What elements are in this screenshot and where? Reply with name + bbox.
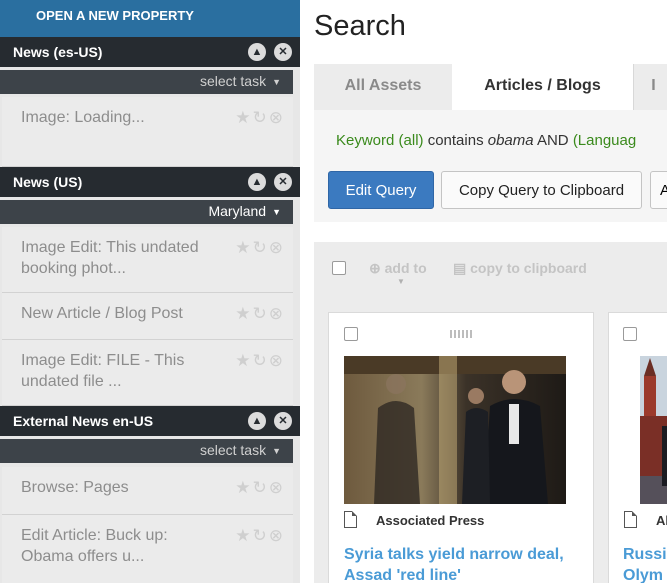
edit-query-button[interactable]: Edit Query bbox=[328, 171, 434, 209]
task-select-dropdown[interactable]: select task ▼ bbox=[0, 439, 293, 463]
query-and: AND bbox=[536, 132, 569, 149]
task-actions: ★↻⊗ bbox=[235, 237, 285, 258]
star-icon[interactable]: ★ bbox=[235, 526, 252, 545]
card-headline-line1: Syria talks yield narrow deal, bbox=[344, 546, 564, 563]
card-thumbnail[interactable] bbox=[344, 356, 566, 504]
add-to-button[interactable]: ⊕ add to bbox=[369, 260, 427, 277]
plus-circle-icon: ⊕ bbox=[369, 260, 381, 276]
refresh-icon[interactable]: ↻ bbox=[253, 351, 269, 370]
more-button[interactable]: A bbox=[650, 171, 667, 209]
tab-articles-blogs[interactable]: Articles / Blogs bbox=[452, 64, 633, 110]
remove-icon[interactable]: ⊗ bbox=[269, 351, 285, 370]
task-select-dropdown[interactable]: select task ▼ bbox=[0, 70, 293, 94]
refresh-icon[interactable]: ↻ bbox=[253, 526, 269, 545]
caret-down-icon: ▼ bbox=[397, 277, 405, 286]
remove-icon[interactable]: ⊗ bbox=[269, 478, 285, 497]
query-language: (Languag bbox=[572, 132, 637, 149]
document-icon bbox=[624, 511, 637, 528]
task-item[interactable]: Browse: Pages ★↻⊗ bbox=[2, 467, 293, 515]
star-icon[interactable]: ★ bbox=[235, 351, 252, 370]
close-icon[interactable]: ✕ bbox=[274, 173, 292, 191]
close-icon[interactable]: ✕ bbox=[274, 43, 292, 61]
document-icon bbox=[344, 511, 357, 528]
chevron-up-icon[interactable]: ▲ bbox=[248, 412, 266, 430]
section-header-news-es-us: News (es-US) ▲ ✕ bbox=[0, 37, 300, 67]
open-property-button[interactable]: OPEN A NEW PROPERTY bbox=[0, 0, 300, 37]
task-sidebar: OPEN A NEW PROPERTY News (es-US) ▲ ✕ sel… bbox=[0, 0, 300, 583]
task-item[interactable]: New Article / Blog Post ★↻⊗ bbox=[2, 293, 293, 340]
chevron-up-icon[interactable]: ▲ bbox=[248, 173, 266, 191]
task-actions: ★↻⊗ bbox=[235, 477, 285, 498]
copy-query-button[interactable]: Copy Query to Clipboard bbox=[441, 171, 642, 209]
caret-down-icon: ▼ bbox=[272, 207, 281, 217]
close-icon[interactable]: ✕ bbox=[274, 412, 292, 430]
chevron-up-icon[interactable]: ▲ bbox=[248, 43, 266, 61]
card-checkbox[interactable] bbox=[344, 327, 358, 341]
card-thumbnail[interactable] bbox=[640, 356, 667, 504]
app-root: OPEN A NEW PROPERTY News (es-US) ▲ ✕ sel… bbox=[0, 0, 667, 583]
remove-icon[interactable]: ⊗ bbox=[269, 304, 285, 323]
card-checkbox[interactable] bbox=[623, 327, 637, 341]
card-headline[interactable]: Syria talks yield narrow deal, Assad 're… bbox=[344, 544, 564, 583]
task-item[interactable]: Edit Article: Buck up: Obama offers u...… bbox=[2, 515, 293, 583]
task-label: Image Edit: FILE - This undated file ... bbox=[21, 352, 185, 390]
task-actions: ★↻⊗ bbox=[235, 107, 285, 128]
refresh-icon[interactable]: ↻ bbox=[253, 304, 269, 323]
task-actions: ★↻⊗ bbox=[235, 525, 285, 546]
refresh-icon[interactable]: ↻ bbox=[253, 108, 269, 127]
task-item[interactable]: Image: Loading... ★↻⊗ bbox=[2, 97, 293, 167]
query-keyword: Keyword (all) bbox=[336, 132, 424, 149]
remove-icon[interactable]: ⊗ bbox=[269, 238, 285, 257]
card-source: Al bbox=[656, 513, 667, 528]
add-to-label: add to bbox=[384, 260, 427, 276]
photo-placeholder bbox=[640, 356, 667, 504]
task-label: Browse: Pages bbox=[21, 479, 129, 496]
task-select-label: select task bbox=[199, 73, 267, 89]
tab-images[interactable]: I bbox=[633, 64, 667, 110]
star-icon[interactable]: ★ bbox=[235, 478, 252, 497]
remove-icon[interactable]: ⊗ bbox=[269, 108, 285, 127]
search-panel: Search All Assets Articles / Blogs I Key… bbox=[300, 0, 667, 583]
star-icon[interactable]: ★ bbox=[235, 304, 252, 323]
task-label: Image: Loading... bbox=[21, 109, 145, 126]
photo-placeholder bbox=[344, 356, 566, 504]
tab-all-assets[interactable]: All Assets bbox=[314, 64, 452, 110]
star-icon[interactable]: ★ bbox=[235, 238, 252, 257]
caret-down-icon: ▼ bbox=[272, 446, 281, 456]
task-item[interactable]: Image Edit: This undated booking phot...… bbox=[2, 227, 293, 293]
task-label: New Article / Blog Post bbox=[21, 305, 183, 322]
task-select-label: select task bbox=[199, 442, 267, 458]
refresh-icon[interactable]: ↻ bbox=[253, 238, 269, 257]
section-title: News (es-US) bbox=[13, 44, 103, 60]
section-header-external-news: External News en-US ▲ ✕ bbox=[0, 406, 300, 436]
task-select-label: Maryland bbox=[208, 203, 267, 219]
query-summary: Keyword (all) contains obama AND (Langua… bbox=[336, 132, 667, 149]
card-headline-line1: Russi bbox=[623, 546, 667, 563]
remove-icon[interactable]: ⊗ bbox=[269, 526, 285, 545]
card-headline[interactable]: Russi Olym bbox=[623, 544, 667, 583]
clipboard-icon: ▤ bbox=[453, 260, 467, 276]
star-icon[interactable]: ★ bbox=[235, 108, 252, 127]
card-headline-line2: Assad 'red line' bbox=[344, 567, 461, 583]
task-label: Edit Article: Buck up: Obama offers u... bbox=[21, 527, 168, 565]
select-all-checkbox[interactable] bbox=[332, 261, 346, 275]
task-select-dropdown[interactable]: Maryland ▼ bbox=[0, 200, 293, 224]
page-title: Search bbox=[314, 10, 406, 42]
card-source: Associated Press bbox=[376, 513, 485, 528]
refresh-icon[interactable]: ↻ bbox=[253, 478, 269, 497]
task-label: Image Edit: This undated booking phot... bbox=[21, 239, 199, 277]
caret-down-icon: ▼ bbox=[272, 77, 281, 87]
task-item[interactable]: Image Edit: FILE - This undated file ...… bbox=[2, 340, 293, 406]
section-title: External News en-US bbox=[13, 413, 154, 429]
section-title: News (US) bbox=[13, 174, 83, 190]
copy-to-clipboard-label: copy to clipboard bbox=[470, 260, 587, 276]
query-operator: contains bbox=[427, 132, 484, 149]
copy-to-clipboard-button[interactable]: ▤ copy to clipboard bbox=[453, 260, 587, 277]
section-header-news-us: News (US) ▲ ✕ bbox=[0, 167, 300, 197]
task-actions: ★↻⊗ bbox=[235, 303, 285, 324]
query-term: obama bbox=[487, 132, 534, 149]
task-actions: ★↻⊗ bbox=[235, 350, 285, 371]
card-headline-line2: Olym bbox=[623, 567, 664, 583]
drag-handle-icon[interactable] bbox=[450, 330, 472, 338]
